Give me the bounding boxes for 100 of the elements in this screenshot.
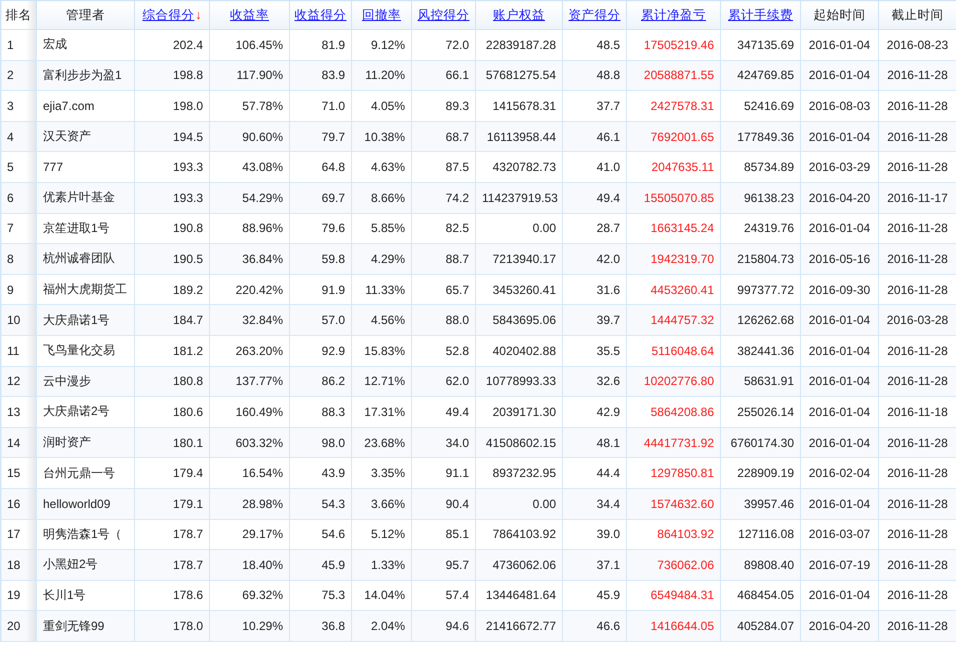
table-cell: 177849.36: [720, 121, 800, 152]
table-cell: 94.6: [412, 610, 476, 642]
table-cell: 12.71%: [352, 366, 412, 397]
table-cell: 17.31%: [352, 396, 412, 428]
table-cell: 37.7: [562, 90, 626, 122]
table-cell: 41.0: [562, 152, 626, 182]
table-cell: 1: [0, 30, 36, 60]
sort-link[interactable]: 资产得分: [568, 8, 620, 22]
table-cell: 68.7: [412, 121, 476, 152]
table-cell: 193.3: [134, 152, 210, 182]
table-cell: 347135.69: [720, 30, 800, 60]
table-cell: 9: [0, 274, 36, 305]
table-cell: 91.1: [412, 458, 476, 488]
table-cell: 4020402.88: [476, 335, 562, 366]
table-cell: 81.9: [290, 30, 352, 60]
table-cell: 86.2: [290, 366, 352, 397]
table-cell: 137.77%: [210, 366, 290, 397]
table-cell: 16.54%: [210, 458, 290, 488]
table-cell: 2016-11-28: [878, 121, 956, 152]
table-cell: 大庆鼎诺2号: [36, 396, 134, 428]
table-cell: 15.83%: [352, 335, 412, 366]
table-cell: 7: [0, 213, 36, 244]
table-cell: 小黑妞2号: [36, 550, 134, 580]
sort-link[interactable]: 累计净盈亏: [641, 8, 706, 22]
sort-link[interactable]: 风控得分: [418, 8, 470, 22]
table-cell: 2016-01-04: [800, 30, 878, 60]
table-cell: 8: [0, 244, 36, 274]
sort-link[interactable]: 账户权益: [493, 8, 545, 22]
sort-link[interactable]: 回撤率: [362, 8, 401, 22]
table-cell: 2016-11-28: [878, 427, 956, 458]
table-cell: 603.32%: [210, 427, 290, 458]
table-cell: 21416672.77: [476, 610, 562, 642]
table-cell: 160.49%: [210, 396, 290, 428]
table-cell: 3.35%: [352, 458, 412, 488]
table-cell: 126262.68: [720, 304, 800, 336]
table-cell: 16: [0, 488, 36, 519]
table-cell: 34.0: [412, 427, 476, 458]
table-cell: helloworld09: [36, 488, 134, 519]
table-cell: 194.5: [134, 121, 210, 152]
table-cell: 777: [36, 152, 134, 182]
table-cell: 2016-11-28: [878, 366, 956, 397]
table-cell: 178.0: [134, 610, 210, 642]
table-cell: 57681275.54: [476, 60, 562, 91]
table-cell: 2.04%: [352, 610, 412, 642]
table-cell: 2016-11-17: [878, 182, 956, 214]
sort-link[interactable]: 收益得分: [294, 8, 346, 22]
table-cell: 198.8: [134, 60, 210, 91]
table-cell: 4.63%: [352, 152, 412, 182]
table-cell: 54.29%: [210, 182, 290, 214]
table-cell: 2016-04-20: [800, 610, 878, 642]
table-cell: 263.20%: [210, 335, 290, 366]
table-cell: 2016-01-04: [800, 304, 878, 336]
table-cell: 178.7: [134, 550, 210, 580]
sort-link[interactable]: 综合得分: [142, 8, 194, 22]
table-cell: 2016-01-04: [800, 427, 878, 458]
sort-arrow: ↓: [195, 8, 202, 22]
table-cell: 6760174.30: [720, 427, 800, 458]
table-cell: 10202776.80: [626, 366, 720, 397]
table-cell: 2016-07-19: [800, 550, 878, 580]
table-cell: 114237919.53: [476, 182, 562, 214]
table-cell: 46.1: [562, 121, 626, 152]
table-cell: 8937232.95: [476, 458, 562, 488]
sort-link[interactable]: 累计手续费: [728, 8, 793, 22]
table-cell: 202.4: [134, 30, 210, 60]
table-cell: 98.0: [290, 427, 352, 458]
table-cell: 1574632.60: [626, 488, 720, 519]
table-cell: 117.90%: [210, 60, 290, 91]
table-cell: 2016-11-28: [878, 60, 956, 91]
table-cell: 富利步步为盈1: [36, 60, 134, 91]
table-cell: 2016-08-03: [800, 90, 878, 122]
table-cell: 180.1: [134, 427, 210, 458]
table-cell: 59.8: [290, 244, 352, 274]
table-cell: 83.9: [290, 60, 352, 91]
table-cell: 4.56%: [352, 304, 412, 336]
table-cell: 4736062.06: [476, 550, 562, 580]
table-cell: 11: [0, 335, 36, 366]
table-cell: 96138.23: [720, 182, 800, 214]
table-cell: 1942319.70: [626, 244, 720, 274]
table-cell: 179.4: [134, 458, 210, 488]
table-cell: 36.8: [290, 610, 352, 642]
table-cell: 4320782.73: [476, 152, 562, 182]
table-cell: 20: [0, 610, 36, 642]
sort-link[interactable]: 收益率: [230, 8, 269, 22]
table-cell: 180.6: [134, 396, 210, 428]
table-cell: 10.38%: [352, 121, 412, 152]
table-cell: 大庆鼎诺1号: [36, 304, 134, 336]
table-cell: 89.3: [412, 90, 476, 122]
table-cell: 2016-11-28: [878, 610, 956, 642]
table-cell: 48.5: [562, 30, 626, 60]
table-cell: 88.7: [412, 244, 476, 274]
table-cell: 95.7: [412, 550, 476, 580]
table-cell: 198.0: [134, 90, 210, 122]
table-cell: 90.4: [412, 488, 476, 519]
table-cell: 424769.85: [720, 60, 800, 91]
table-cell: 44417731.92: [626, 427, 720, 458]
table-cell: 2016-01-04: [800, 488, 878, 519]
table-cell: 2: [0, 60, 36, 91]
table-cell: 181.2: [134, 335, 210, 366]
column-label: 截止时间: [892, 8, 944, 22]
table-cell: 3: [0, 90, 36, 122]
